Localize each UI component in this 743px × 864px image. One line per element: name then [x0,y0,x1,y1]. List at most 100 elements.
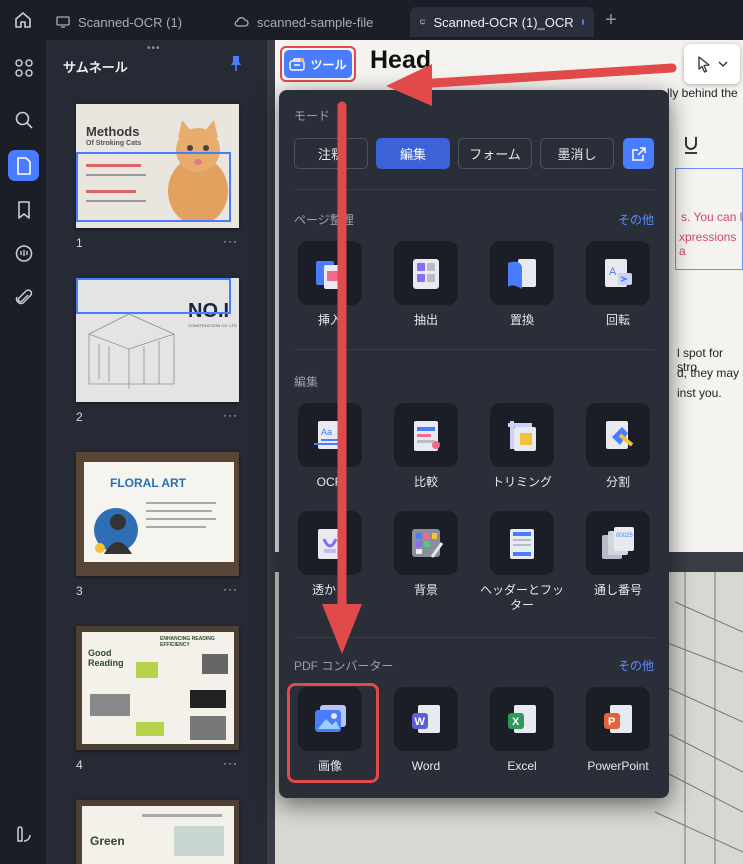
page-more-button[interactable]: ··· [223,756,238,770]
home-button[interactable] [0,0,46,40]
thumb-title: Methods [86,124,140,139]
insert-tool[interactable]: 挿入 [298,241,362,328]
page-more-button[interactable]: ··· [223,408,238,422]
watermark-icon [298,511,362,575]
tool-label: 比較 [413,475,438,489]
apps-button[interactable] [8,52,39,83]
crop-icon [490,403,554,467]
page-section-label: ページ整理 [294,213,354,227]
page-more-button[interactable]: ··· [223,234,238,248]
thumbnails-button[interactable] [8,150,39,181]
tab-scanned-ocr[interactable]: Scanned-OCR (1) [46,7,224,37]
app-window: Scanned-OCR (1) scanned-sample-file Scan… [0,0,743,864]
underline-button[interactable] [676,132,706,158]
divider [294,189,654,190]
header-footer-icon [490,511,554,575]
thumb-photo [190,716,226,740]
crop-tool[interactable]: トリミング [490,403,554,490]
tool-label: 抽出 [413,313,438,327]
tool-label: PowerPoint [587,759,649,773]
page-number: 3 [76,584,83,598]
page-number: 1 [76,236,83,250]
toolbox-icon [289,58,306,71]
text-frame[interactable] [675,168,743,270]
svg-text:X: X [512,716,520,728]
thumb-block [190,690,226,708]
monitor-icon [56,16,70,28]
convert-to-powerpoint-tool[interactable]: P PowerPoint [586,687,650,774]
compare-tool[interactable]: 比較 [394,403,458,490]
page-section-more-link[interactable]: その他 [618,211,654,228]
svg-text:W: W [415,716,426,728]
open-external-button[interactable] [623,138,654,169]
comment-icon [15,244,32,262]
ocr-tool[interactable]: Aa OCR [298,403,362,490]
thumb-line [142,814,222,817]
tab-label: Scanned-OCR (1) [78,14,183,30]
cursor-icon [698,56,710,73]
bookmark-button[interactable] [8,194,39,225]
drag-handle[interactable]: ••• [147,43,161,54]
tool-label: 置換 [509,313,534,327]
search-button[interactable] [8,104,39,135]
thumb-selection [76,152,231,222]
select-tool-button[interactable] [684,44,740,84]
svg-text:P: P [608,716,615,728]
thumbnail-page-1[interactable]: Methods Of Stroking Cats [76,104,239,228]
mode-annotate-button[interactable]: 注釈 [294,138,368,169]
pin-button[interactable] [228,54,244,77]
tab-scanned-sample-file[interactable]: scanned-sample-file [224,7,410,37]
thumbnail-page-3[interactable]: FLORAL ART [76,452,239,576]
excel-icon: X [490,687,554,751]
thumbnail-page-2[interactable]: NO.I CONSTRUCTION CO. LTD [76,278,239,402]
thumbnail-panel-title: サムネール [63,60,128,75]
plus-icon: + [605,8,617,31]
attachment-button[interactable] [8,282,39,313]
watermark-tool[interactable]: 透かし [298,511,362,598]
thumb-paper: FLORAL ART [84,462,234,562]
thumb-line [146,510,212,512]
thumb-block [136,722,164,736]
rotate-tool[interactable]: A 回転 [586,241,650,328]
thumbnail-page-5[interactable]: Green [76,800,239,864]
tool-label: 挿入 [317,313,342,327]
comments-button[interactable] [8,238,39,269]
thumb-paper: Good Reading ENHANCING READING EFFICIENC… [82,632,234,744]
tool-label: 分割 [605,475,630,489]
tool-label: OCR [316,475,344,489]
replace-page-icon [490,241,554,305]
extract-page-icon [394,241,458,305]
tools-button-highlight[interactable]: ツール [280,46,356,82]
header-footer-tool[interactable]: ヘッダーとフッター [480,511,564,613]
mode-edit-button[interactable]: 編集 [376,138,450,169]
document-text: inst you. [677,386,722,400]
tool-label: 回転 [605,313,630,327]
thumb-block [136,662,158,678]
add-tab-button[interactable]: + [594,9,628,32]
mode-section-label: モード [294,109,331,123]
background-tool[interactable]: 背景 [394,511,458,598]
split-tool[interactable]: 分割 [586,403,650,490]
mode-redact-button[interactable]: 墨消し [540,138,614,169]
mode-form-button[interactable]: フォーム [458,138,532,169]
replace-tool[interactable]: 置換 [490,241,554,328]
convert-to-word-tool[interactable]: W Word [394,687,458,774]
ai-assistant-button[interactable] [8,818,39,849]
bates-number-icon: 00025 [586,511,650,575]
thumb-title: Green [90,834,125,848]
converter-section-more-link[interactable]: その他 [618,657,654,674]
convert-to-excel-tool[interactable]: X Excel [490,687,554,774]
tools-button[interactable]: ツール [284,50,352,78]
tab-scanned-ocr-ocr[interactable]: Scanned-OCR (1)_OCR [410,7,594,37]
cloud-icon [234,17,249,27]
page-more-button[interactable]: ··· [223,582,238,596]
extract-tool[interactable]: 抽出 [394,241,458,328]
tool-label: 通し番号 [593,583,642,597]
thumbnail-page-4[interactable]: Good Reading ENHANCING READING EFFICIENC… [76,626,239,750]
tab-label: scanned-sample-file [257,14,374,30]
thumb-line [146,518,216,520]
thumb-selection [76,278,231,314]
bates-number-tool[interactable]: 00025 通し番号 [586,511,650,598]
portrait-image [94,508,138,554]
thumb-photo [90,694,130,716]
